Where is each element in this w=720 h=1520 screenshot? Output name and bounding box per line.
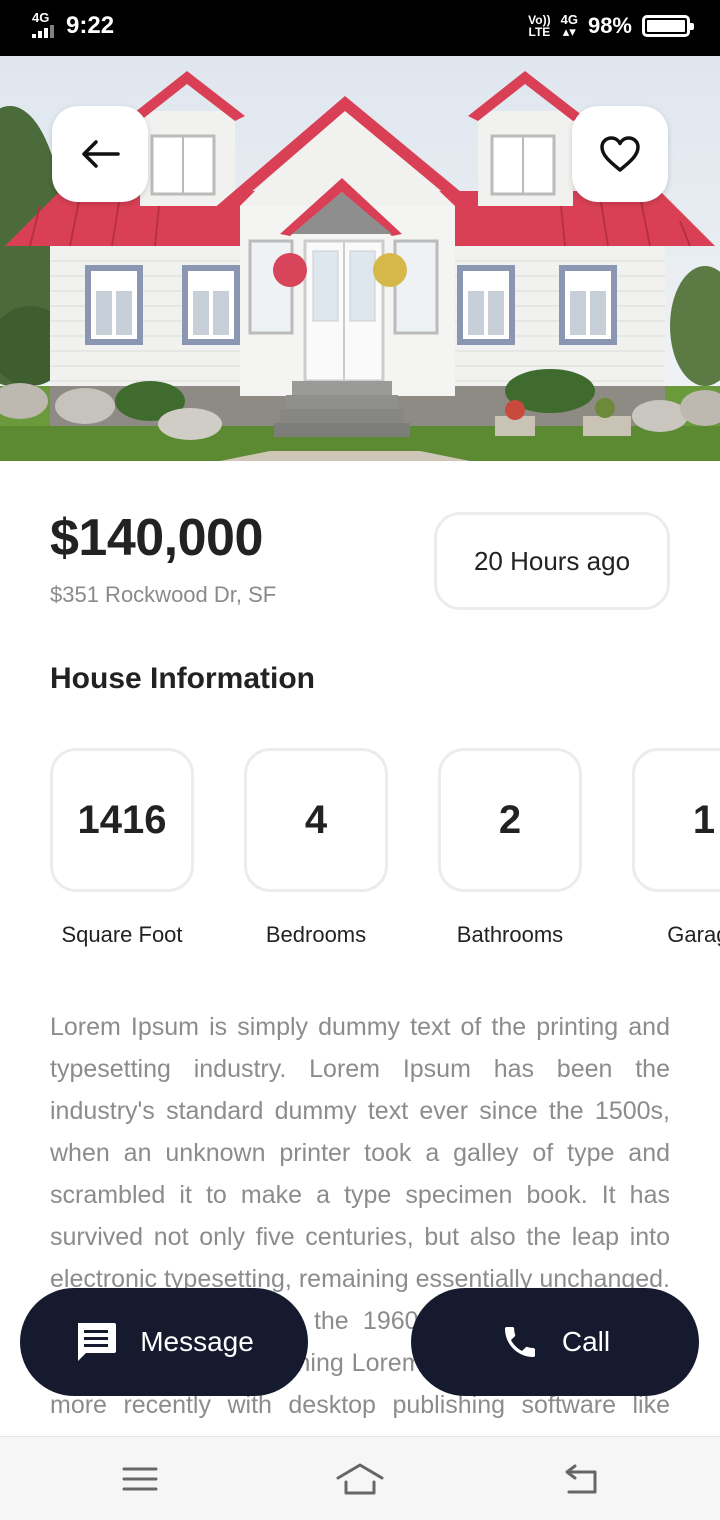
info-label-bathrooms: Bathrooms [456, 922, 564, 947]
menu-icon [122, 1467, 158, 1491]
heart-outline-icon [600, 136, 640, 172]
clock: 9:22 [66, 12, 115, 39]
home-button[interactable] [330, 1455, 390, 1503]
back-nav-button[interactable] [550, 1455, 610, 1503]
info-label-bedrooms: Bedrooms [265, 922, 367, 947]
volte-indicator: Vo)) LTE [528, 13, 551, 39]
house-info-list[interactable]: 1416 Square Foot 4 Bedrooms 2 Bathrooms … [0, 748, 720, 968]
info-label-garage: Garage [667, 922, 720, 947]
listing-price: $140,000 [50, 509, 263, 567]
listing-address: $351 Rockwood Dr, SF [50, 582, 277, 607]
status-bar: 4G 9:22 Vo)) LTE 4G ▴▾ 98% [0, 0, 720, 56]
chat-message-icon [78, 1323, 117, 1361]
phone-icon [504, 1327, 535, 1357]
back-button[interactable] [52, 106, 148, 202]
back-icon [565, 1464, 597, 1494]
info-card-garage: 1 [632, 748, 720, 892]
call-button[interactable]: Call [411, 1288, 699, 1396]
house-photo [0, 56, 720, 461]
system-nav-bar [0, 1436, 720, 1520]
info-card-square-foot: 1416 [50, 748, 194, 892]
posted-time-chip: 20 Hours ago [434, 512, 670, 610]
status-right: Vo)) LTE 4G ▴▾ 98% [528, 12, 694, 39]
menu-button[interactable] [110, 1455, 170, 1503]
info-label-square-foot: Square Foot [61, 922, 183, 947]
message-label: Message [140, 1326, 254, 1357]
call-label: Call [561, 1326, 611, 1357]
battery-percent: 98% [587, 13, 632, 38]
network-type-right: 4G ▴▾ [560, 12, 578, 39]
battery-icon [642, 15, 694, 37]
network-type-left: 4G [32, 10, 50, 25]
message-button[interactable]: Message [20, 1288, 308, 1396]
favorite-button[interactable] [572, 106, 668, 202]
info-card-bedrooms: 4 [244, 748, 388, 892]
home-icon [336, 1463, 384, 1495]
info-card-bathrooms: 2 [438, 748, 582, 892]
house-info-title: House Information [50, 662, 316, 695]
arrow-left-icon [82, 140, 120, 168]
signal-icon: 4G [30, 10, 56, 40]
status-left: 4G 9:22 [30, 10, 115, 40]
